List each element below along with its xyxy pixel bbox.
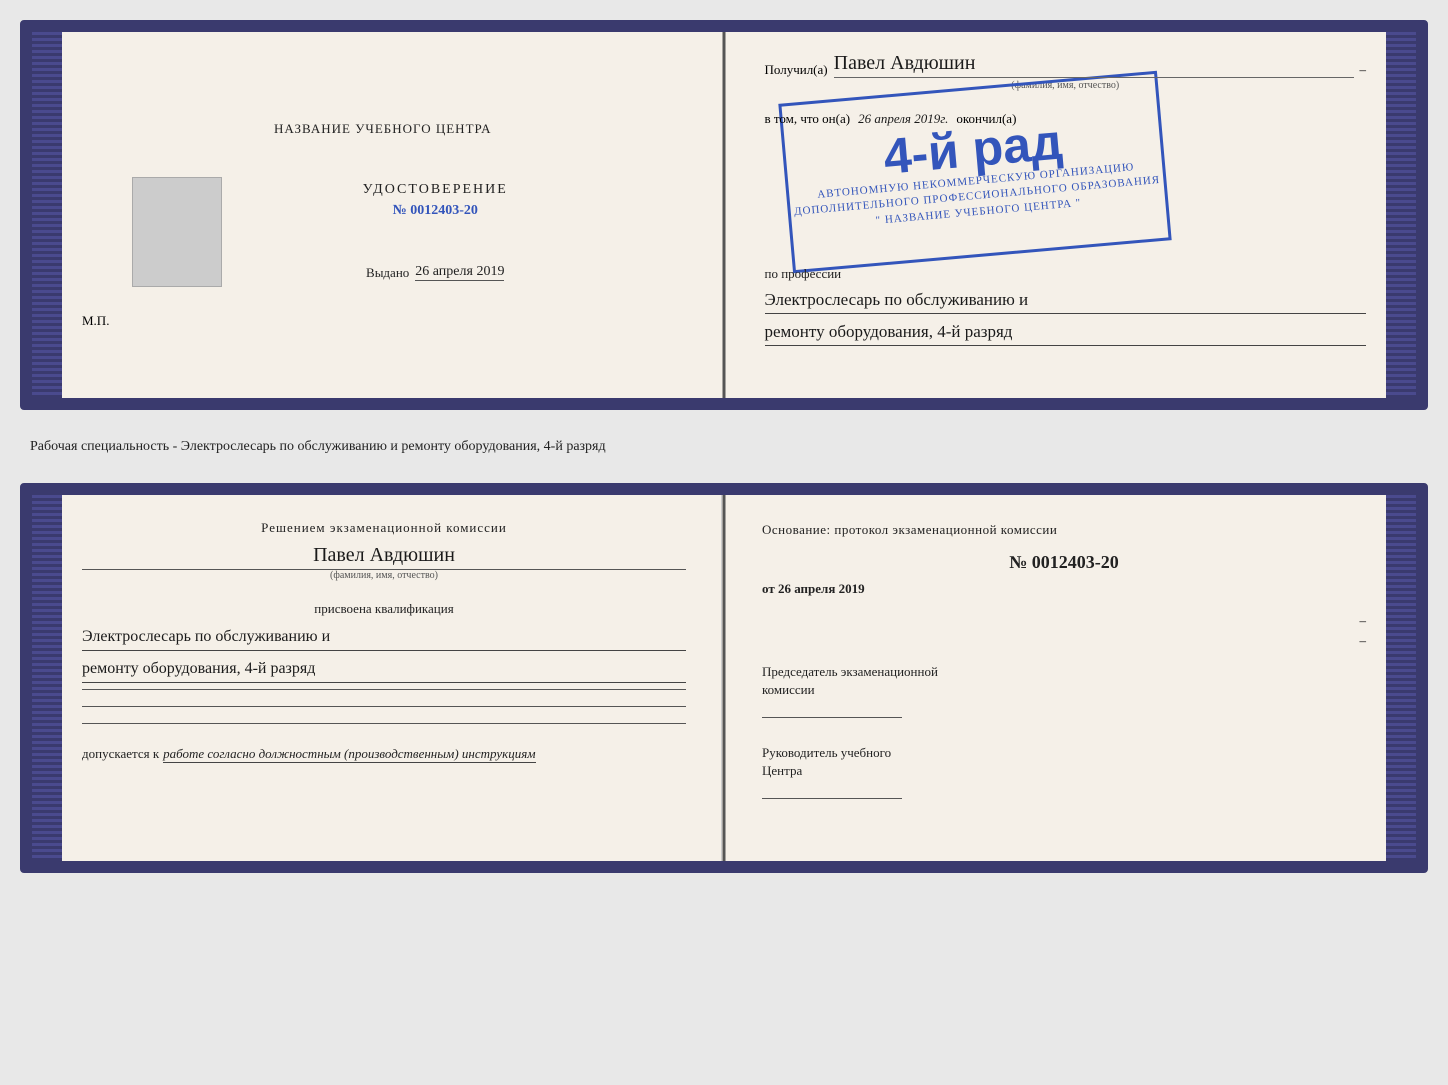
qualification-line2: ремонту оборудования, 4-й разряд	[82, 655, 686, 683]
from-label: от	[762, 581, 775, 596]
basis-text: Основание: протокол экзаменационной коми…	[762, 520, 1366, 540]
bottom-right-page: Основание: протокол экзаменационной коми…	[722, 495, 1416, 861]
bottom-left-spine	[32, 495, 62, 861]
protocol-number: № 0012403-20	[762, 552, 1366, 573]
cert-number-prefix: №	[393, 203, 407, 218]
left-page-inner: НАЗВАНИЕ УЧЕБНОГО ЦЕНТРА УДОСТОВЕРЕНИЕ №…	[82, 101, 684, 330]
bottom-right-spine	[1386, 495, 1416, 861]
assigned-text: присвоена квалификация	[82, 601, 686, 617]
person-subtitle: (фамилия, имя, отчество)	[82, 570, 686, 581]
recipient-name: Павел Авдюшин	[834, 52, 1354, 78]
dash-line-2: –	[762, 633, 1366, 649]
top-certificate-book: НАЗВАНИЕ УЧЕБНОГО ЦЕНТРА УДОСТОВЕРЕНИЕ №…	[20, 20, 1428, 410]
dash-line-1: –	[762, 613, 1366, 629]
director-line2: Центра	[762, 762, 1366, 780]
blank-line-3	[82, 723, 686, 724]
photo-placeholder	[132, 177, 222, 287]
director-line1: Руководитель учебного	[762, 744, 1366, 762]
in-that-label: в том, что он(а)	[765, 111, 851, 127]
profession-label: по профессии	[765, 266, 1367, 282]
top-left-page: НАЗВАНИЕ УЧЕБНОГО ЦЕНТРА УДОСТОВЕРЕНИЕ №…	[32, 32, 725, 398]
director-block: Руководитель учебного Центра	[762, 744, 1366, 815]
profession-line2: ремонту оборудования, 4-й разряд	[765, 318, 1367, 346]
chairman-line2: комиссии	[762, 681, 1366, 699]
cert-number-value: 0012403-20	[410, 203, 478, 218]
middle-description: Рабочая специальность - Электрослесарь п…	[20, 436, 1428, 457]
bottom-left-page: Решением экзаменационной комиссии Павел …	[32, 495, 722, 861]
bottom-person-name: Павел Авдюшин	[82, 544, 686, 570]
chairman-signature-line	[762, 717, 902, 718]
allowed-block: допускается к работе согласно должностны…	[82, 746, 686, 763]
page-wrapper: НАЗВАНИЕ УЧЕБНОГО ЦЕНТРА УДОСТОВЕРЕНИЕ №…	[20, 20, 1428, 873]
cert-title-block: УДОСТОВЕРЕНИЕ № 0012403-20	[363, 182, 508, 219]
school-name-left: НАЗВАНИЕ УЧЕБНОГО ЦЕНТРА	[274, 121, 491, 137]
cert-label: УДОСТОВЕРЕНИЕ	[363, 182, 508, 198]
stamp-space	[765, 127, 1367, 262]
chairman-block: Председатель экзаменационной комиссии	[762, 663, 1366, 734]
from-date-block: от 26 апреля 2019	[762, 581, 1366, 597]
chairman-title: Председатель экзаменационной комиссии	[762, 663, 1366, 699]
in-that-block: в том, что он(а) 26 апреля 2019г. окончи…	[765, 111, 1367, 127]
issued-label: Выдано	[366, 265, 409, 281]
mp-block: М.П.	[82, 312, 684, 330]
recipient-block: Получил(а) Павел Авдюшин –	[765, 52, 1367, 78]
allowed-text: работе согласно должностным (производств…	[163, 746, 535, 763]
finished-date: 26 апреля 2019г.	[858, 111, 948, 127]
from-date-value: 26 апреля 2019	[778, 581, 865, 596]
director-signature-line	[762, 798, 902, 799]
finished-label: окончил(а)	[956, 111, 1016, 127]
issued-block: Выдано 26 апреля 2019	[366, 264, 504, 281]
mp-label: М.П.	[82, 313, 109, 328]
recipient-subtitle: (фамилия, имя, отчество)	[765, 80, 1367, 91]
decision-title: Решением экзаменационной комиссии	[82, 520, 686, 536]
top-right-page: 4-й рад АВТОНОМНУЮ НЕКОММЕРЧЕСКУЮ ОРГАНИ…	[725, 32, 1417, 398]
issued-date: 26 апреля 2019	[415, 264, 504, 281]
received-label: Получил(а)	[765, 62, 828, 78]
left-spine	[32, 32, 62, 398]
cert-number: № 0012403-20	[363, 203, 508, 219]
blank-line-2	[82, 706, 686, 707]
director-title: Руководитель учебного Центра	[762, 744, 1366, 780]
bottom-certificate-book: Решением экзаменационной комиссии Павел …	[20, 483, 1428, 873]
chairman-line1: Председатель экзаменационной	[762, 663, 1366, 681]
person-name-handwritten: Павел Авдюшин	[313, 544, 455, 566]
blank-line-1	[82, 689, 686, 690]
profession-line1: Электрослесарь по обслуживанию и	[765, 286, 1367, 314]
right-spine	[1386, 32, 1416, 398]
allowed-prefix: допускается к	[82, 746, 159, 762]
qualification-line1: Электрослесарь по обслуживанию и	[82, 623, 686, 651]
